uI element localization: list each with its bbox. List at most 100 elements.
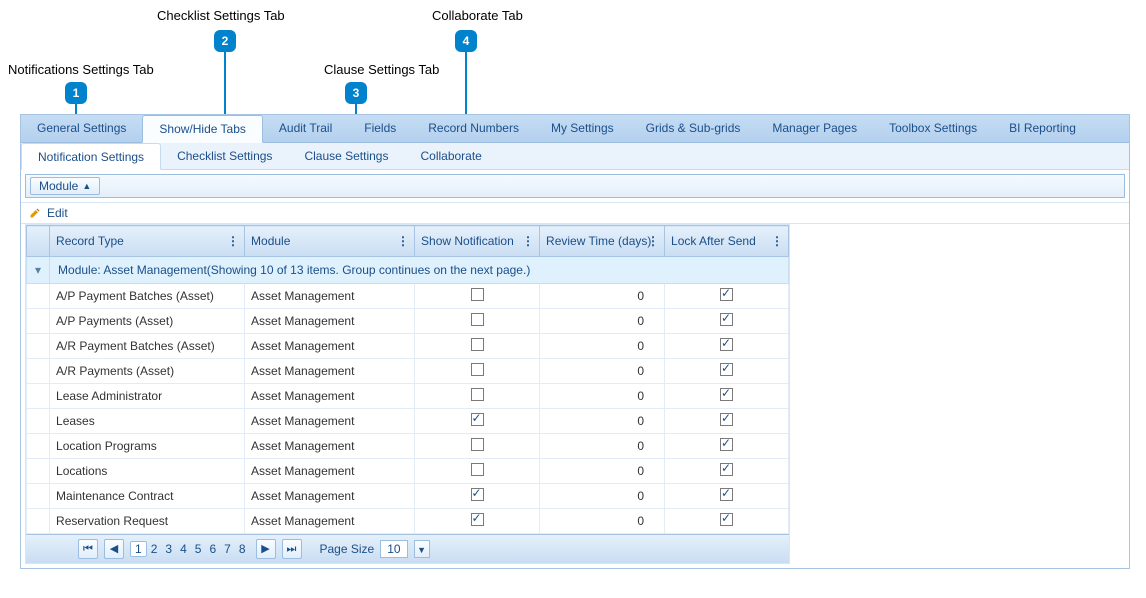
column-menu-icon[interactable]: ⋮ <box>397 234 409 248</box>
pager-page-5[interactable]: 5 <box>191 542 206 556</box>
cell-record-type: A/P Payments (Asset) <box>50 309 245 334</box>
checkbox-show-notification[interactable] <box>471 513 484 526</box>
tab-my-settings[interactable]: My Settings <box>535 115 630 142</box>
cell-lock-after-send <box>665 509 789 534</box>
checkbox-lock-after-send[interactable] <box>720 513 733 526</box>
col-module[interactable]: Module ⋮ <box>245 226 415 257</box>
cell-record-type: Locations <box>50 459 245 484</box>
pager-first-button[interactable]: ⏮ <box>78 539 98 559</box>
row-indent <box>27 484 50 509</box>
checkbox-show-notification[interactable] <box>471 463 484 476</box>
tab-toolbox-settings[interactable]: Toolbox Settings <box>873 115 993 142</box>
checkbox-show-notification[interactable] <box>471 388 484 401</box>
column-menu-icon[interactable]: ⋮ <box>771 234 783 248</box>
pager-prev-button[interactable]: ◀ <box>104 539 124 559</box>
secondary-tabstrip: Notification Settings Checklist Settings… <box>21 143 1129 170</box>
row-indent <box>27 309 50 334</box>
column-menu-icon[interactable]: ⋮ <box>522 234 534 248</box>
column-menu-icon[interactable]: ⋮ <box>647 234 659 248</box>
col-expander <box>27 226 50 257</box>
checkbox-lock-after-send[interactable] <box>720 388 733 401</box>
pager-page-8[interactable]: 8 <box>235 542 250 556</box>
checkbox-lock-after-send[interactable] <box>720 363 733 376</box>
table-row: A/P Payments (Asset)Asset Management 0 <box>27 309 789 334</box>
subtab-notification-settings[interactable]: Notification Settings <box>21 143 161 170</box>
checkbox-lock-after-send[interactable] <box>720 338 733 351</box>
checkbox-show-notification[interactable] <box>471 438 484 451</box>
tab-fields[interactable]: Fields <box>348 115 412 142</box>
pager-page-7[interactable]: 7 <box>220 542 235 556</box>
checkbox-show-notification[interactable] <box>471 288 484 301</box>
col-label: Module <box>251 234 290 248</box>
col-show-notification[interactable]: Show Notification ⋮ <box>415 226 540 257</box>
table-row: A/R Payment Batches (Asset)Asset Managem… <box>27 334 789 359</box>
col-review-time[interactable]: Review Time (days) ⋮ <box>540 226 665 257</box>
cell-lock-after-send <box>665 484 789 509</box>
column-menu-icon[interactable]: ⋮ <box>227 234 239 248</box>
table-row: Lease AdministratorAsset Management0 <box>27 384 789 409</box>
cell-review-time: 0 <box>540 409 665 434</box>
pager-next-button[interactable]: ▶ <box>256 539 276 559</box>
pager-page-2[interactable]: 2 <box>147 542 162 556</box>
checkbox-lock-after-send[interactable] <box>720 463 733 476</box>
table-row: Maintenance ContractAsset Management0 <box>27 484 789 509</box>
cell-module: Asset Management <box>245 334 415 359</box>
checkbox-lock-after-send[interactable] <box>720 488 733 501</box>
checkbox-show-notification[interactable] <box>471 338 484 351</box>
grid-body: ▾ Module: Asset Management(Showing 10 of… <box>27 257 789 534</box>
checkbox-lock-after-send[interactable] <box>720 438 733 451</box>
cell-review-time: 0 <box>540 484 665 509</box>
cell-show-notification <box>415 484 540 509</box>
checkbox-lock-after-send[interactable] <box>720 413 733 426</box>
cell-review-time: 0 <box>540 334 665 359</box>
pager-page-1[interactable]: 1 <box>130 541 147 557</box>
subtab-checklist-settings[interactable]: Checklist Settings <box>161 143 288 169</box>
checkbox-show-notification[interactable] <box>471 488 484 501</box>
checkbox-show-notification[interactable] <box>471 413 484 426</box>
col-lock-after-send[interactable]: Lock After Send ⋮ <box>665 226 789 257</box>
pager-page-3[interactable]: 3 <box>161 542 176 556</box>
pager-page-4[interactable]: 4 <box>176 542 191 556</box>
pager-page-6[interactable]: 6 <box>205 542 220 556</box>
checkbox-lock-after-send[interactable] <box>720 288 733 301</box>
checkbox-show-notification[interactable] <box>471 313 484 326</box>
group-header-text: Module: Asset Management(Showing 10 of 1… <box>50 257 789 284</box>
checkbox-show-notification[interactable] <box>471 363 484 376</box>
tab-general-settings[interactable]: General Settings <box>21 115 142 142</box>
tab-show-hide-tabs[interactable]: Show/Hide Tabs <box>142 115 263 143</box>
pencil-icon <box>29 207 41 219</box>
col-label: Lock After Send <box>671 234 756 248</box>
callout-badge-2: 2 <box>214 30 236 52</box>
cell-record-type: A/R Payment Batches (Asset) <box>50 334 245 359</box>
subtab-collaborate[interactable]: Collaborate <box>404 143 497 169</box>
pager-last-button[interactable]: ⏭ <box>282 539 302 559</box>
group-chip-module[interactable]: Module ▲ <box>30 177 100 195</box>
group-collapse-icon[interactable]: ▾ <box>27 257 50 284</box>
cell-lock-after-send <box>665 359 789 384</box>
row-indent <box>27 359 50 384</box>
cell-record-type: Maintenance Contract <box>50 484 245 509</box>
table-row: Location ProgramsAsset Management0 <box>27 434 789 459</box>
cell-review-time: 0 <box>540 459 665 484</box>
tab-audit-trail[interactable]: Audit Trail <box>263 115 348 142</box>
cell-show-notification <box>415 334 540 359</box>
edit-button[interactable]: Edit <box>47 206 68 220</box>
cell-review-time: 0 <box>540 309 665 334</box>
cell-review-time: 0 <box>540 434 665 459</box>
tab-grids-sub-grids[interactable]: Grids & Sub-grids <box>630 115 757 142</box>
row-indent <box>27 434 50 459</box>
page-size-dropdown[interactable]: ▼ <box>414 540 430 558</box>
cell-module: Asset Management <box>245 309 415 334</box>
tab-bi-reporting[interactable]: BI Reporting <box>993 115 1092 142</box>
table-row: A/P Payment Batches (Asset)Asset Managem… <box>27 284 789 309</box>
page-size-label: Page Size <box>320 542 375 556</box>
tab-record-numbers[interactable]: Record Numbers <box>412 115 535 142</box>
checkbox-lock-after-send[interactable] <box>720 313 733 326</box>
cell-show-notification <box>415 309 540 334</box>
col-record-type[interactable]: Record Type ⋮ <box>50 226 245 257</box>
tab-manager-pages[interactable]: Manager Pages <box>756 115 873 142</box>
table-row: A/R Payments (Asset)Asset Management0 <box>27 359 789 384</box>
cell-record-type: A/R Payments (Asset) <box>50 359 245 384</box>
subtab-clause-settings[interactable]: Clause Settings <box>288 143 404 169</box>
callout-label-3: Clause Settings Tab <box>324 62 439 77</box>
